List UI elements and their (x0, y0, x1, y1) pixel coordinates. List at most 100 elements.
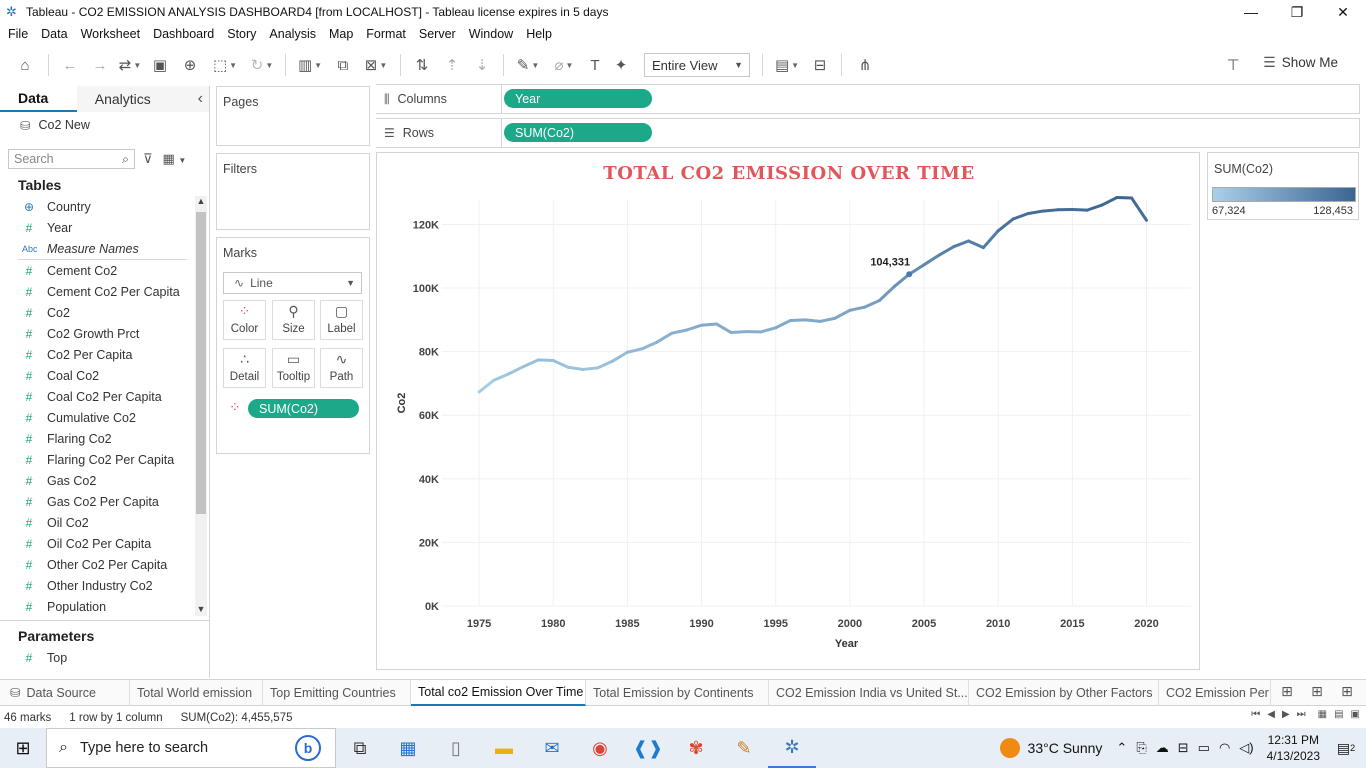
mail-icon[interactable]: ✉ (528, 728, 576, 768)
field-search-input[interactable]: Search ⌕ (8, 149, 135, 169)
paint-3d-icon[interactable]: ✾ (672, 728, 720, 768)
save-icon[interactable]: ▣ (145, 51, 175, 79)
notifications-icon[interactable]: ▤ 2 (1334, 736, 1358, 760)
home-icon[interactable]: ⌂ (8, 51, 42, 79)
show-labels-icon[interactable]: T (582, 51, 608, 79)
new-dashboard-tab-icon[interactable]: ⊞ (1302, 683, 1332, 700)
menu-server[interactable]: Server (419, 27, 463, 41)
mark-type-select[interactable]: ∿ Line ▼ (223, 272, 362, 294)
filmstrip-icon[interactable]: ▤ (1334, 709, 1343, 720)
columns-pill-year[interactable]: Year (504, 89, 652, 108)
first-sheet-icon[interactable]: ⏮ (1251, 709, 1260, 720)
tab-analytics[interactable]: Analytics ‹ (76, 86, 209, 112)
microsoft-store-icon[interactable]: ▦ (384, 728, 432, 768)
wifi-icon[interactable]: ◠ (1219, 740, 1230, 756)
vscode-icon[interactable]: ❰❱ (624, 728, 672, 768)
menu-story[interactable]: Story (227, 27, 263, 41)
sheet-tab[interactable]: CO2 Emission India vs United St... (769, 679, 969, 706)
field-item[interactable]: # Other Co2 Per Capita (0, 554, 209, 575)
menu-map[interactable]: Map (329, 27, 360, 41)
battery-icon[interactable]: ▭ (1198, 740, 1210, 756)
field-item[interactable]: # Co2 Growth Prct (0, 323, 209, 344)
clock[interactable]: 12:31 PM 4/13/2023 (1267, 732, 1320, 764)
bing-icon[interactable]: b (295, 735, 321, 761)
tabs-icon[interactable]: ▣ (1351, 709, 1360, 720)
file-icon[interactable]: ▯ (432, 728, 480, 768)
sheet-tab[interactable]: CO2 Emission Per (1159, 679, 1271, 706)
task-view-icon[interactable]: ⧉ (336, 728, 384, 768)
network-icon[interactable]: ⊟ (1178, 740, 1189, 756)
highlight-icon[interactable]: ✎ ▼ (510, 51, 546, 79)
undo-icon[interactable]: ← (55, 51, 85, 79)
parameter-item-top[interactable]: # Top (0, 647, 209, 668)
field-item[interactable]: ⊕ Country (0, 196, 209, 217)
field-item[interactable]: # Coal Co2 Per Capita (0, 386, 209, 407)
sheet-tab[interactable]: CO2 Emission by Other Factors (969, 679, 1159, 706)
menu-worksheet[interactable]: Worksheet (81, 27, 148, 41)
menu-format[interactable]: Format (366, 27, 413, 41)
fix-axes-icon[interactable]: ✦ (608, 51, 634, 79)
rows-shelf[interactable]: ☰ Rows SUM(Co2) (376, 118, 1360, 148)
show-me-button[interactable]: ☰ Show Me (1263, 54, 1338, 71)
sheet-tab[interactable]: Total Emission by Continents (586, 679, 769, 706)
sheet-tab[interactable]: Top Emitting Countries (263, 679, 411, 706)
format-painter-icon[interactable]: ⊤ (1218, 51, 1248, 79)
marks-color-button[interactable]: ⁘ Color (223, 300, 266, 340)
marks-path-button[interactable]: ∿ Path (320, 348, 363, 388)
redo-icon[interactable]: → (85, 51, 115, 79)
field-item[interactable]: # Cement Co2 Per Capita (0, 281, 209, 302)
field-item[interactable]: # Oil Co2 Per Capita (0, 533, 209, 554)
view-mode-select[interactable]: Entire View ▼ (644, 53, 750, 77)
data-source-tab[interactable]: ⛁ Data Source (0, 679, 130, 706)
swap-icon[interactable]: ⇄ ▼ (115, 51, 145, 79)
meet-now-icon[interactable]: ⎘ (1136, 740, 1146, 756)
scrollbar-thumb[interactable] (196, 212, 206, 514)
marks-size-button[interactable]: ⚲ Size (272, 300, 315, 340)
field-item[interactable]: # Cement Co2 (0, 260, 209, 281)
field-item[interactable]: # Co2 Per Capita (0, 344, 209, 365)
marks-tooltip-button[interactable]: ▭ Tooltip (272, 348, 315, 388)
windows-start-icon[interactable]: ⊞ (0, 728, 46, 768)
filter-icon[interactable]: ⊽ (143, 151, 153, 167)
file-explorer-icon[interactable]: ▬ (480, 728, 528, 768)
show-cards-icon[interactable]: ▤ ▼ (769, 51, 805, 79)
field-item[interactable]: # Population (0, 596, 209, 616)
restore-button[interactable]: ❐ (1274, 0, 1320, 24)
field-item[interactable]: # Oil Co2 (0, 512, 209, 533)
show-hidden-icons-icon[interactable]: ⌃ (1116, 740, 1127, 756)
presentation-mode-icon[interactable]: ⊟ (805, 51, 835, 79)
sort-descending-icon[interactable]: ⇣ (467, 51, 497, 79)
field-item[interactable]: Abc Measure Names (0, 238, 209, 259)
field-item[interactable]: # Co2 (0, 302, 209, 323)
last-sheet-icon[interactable]: ⏭ (1297, 709, 1306, 720)
minimize-button[interactable]: — (1228, 0, 1274, 24)
chart-pane[interactable]: TOTAL CO2 EMISSION OVER TIME 1975 1980 198… (376, 152, 1200, 670)
view-list-icon[interactable]: ▦ ▼ (163, 151, 187, 167)
chrome-icon[interactable]: ◉ (576, 728, 624, 768)
field-list-scrollbar[interactable]: ▲ ▼ (195, 196, 207, 616)
field-item[interactable]: # Other Industry Co2 (0, 575, 209, 596)
menu-window[interactable]: Window (469, 27, 520, 41)
filters-shelf[interactable]: Filters (216, 153, 370, 230)
scroll-down-icon[interactable]: ▼ (195, 604, 207, 616)
close-button[interactable]: ✕ (1320, 0, 1366, 24)
rows-pill-sum-co2[interactable]: SUM(Co2) (504, 123, 652, 142)
columns-shelf[interactable]: ⫼ Columns Year (376, 84, 1360, 114)
field-item[interactable]: # Gas Co2 (0, 470, 209, 491)
sheet-sorter-icon[interactable]: ▦ (1318, 709, 1327, 720)
sheet-tab[interactable]: Total World emission (130, 679, 263, 706)
menu-dashboard[interactable]: Dashboard (153, 27, 221, 41)
clear-sheet-icon[interactable]: ⊠ ▼ (358, 51, 394, 79)
prev-sheet-icon[interactable]: ◀ (1267, 709, 1275, 720)
marks-detail-button[interactable]: ∴ Detail (223, 348, 266, 388)
swap-rows-columns-icon[interactable]: ⇅ (407, 51, 437, 79)
tableau-taskbar-icon[interactable]: ✲ (768, 728, 816, 768)
menu-help[interactable]: Help (526, 27, 559, 41)
menu-data[interactable]: Data (41, 27, 74, 41)
refresh-icon[interactable]: ↻ ▼ (245, 51, 279, 79)
paint-icon[interactable]: ✎ (720, 728, 768, 768)
new-worksheet-icon[interactable]: ▥ ▼ (292, 51, 328, 79)
sheet-tab[interactable]: Total co2 Emission Over Time (411, 679, 586, 706)
next-sheet-icon[interactable]: ▶ (1282, 709, 1290, 720)
field-item[interactable]: # Cumulative Co2 (0, 407, 209, 428)
